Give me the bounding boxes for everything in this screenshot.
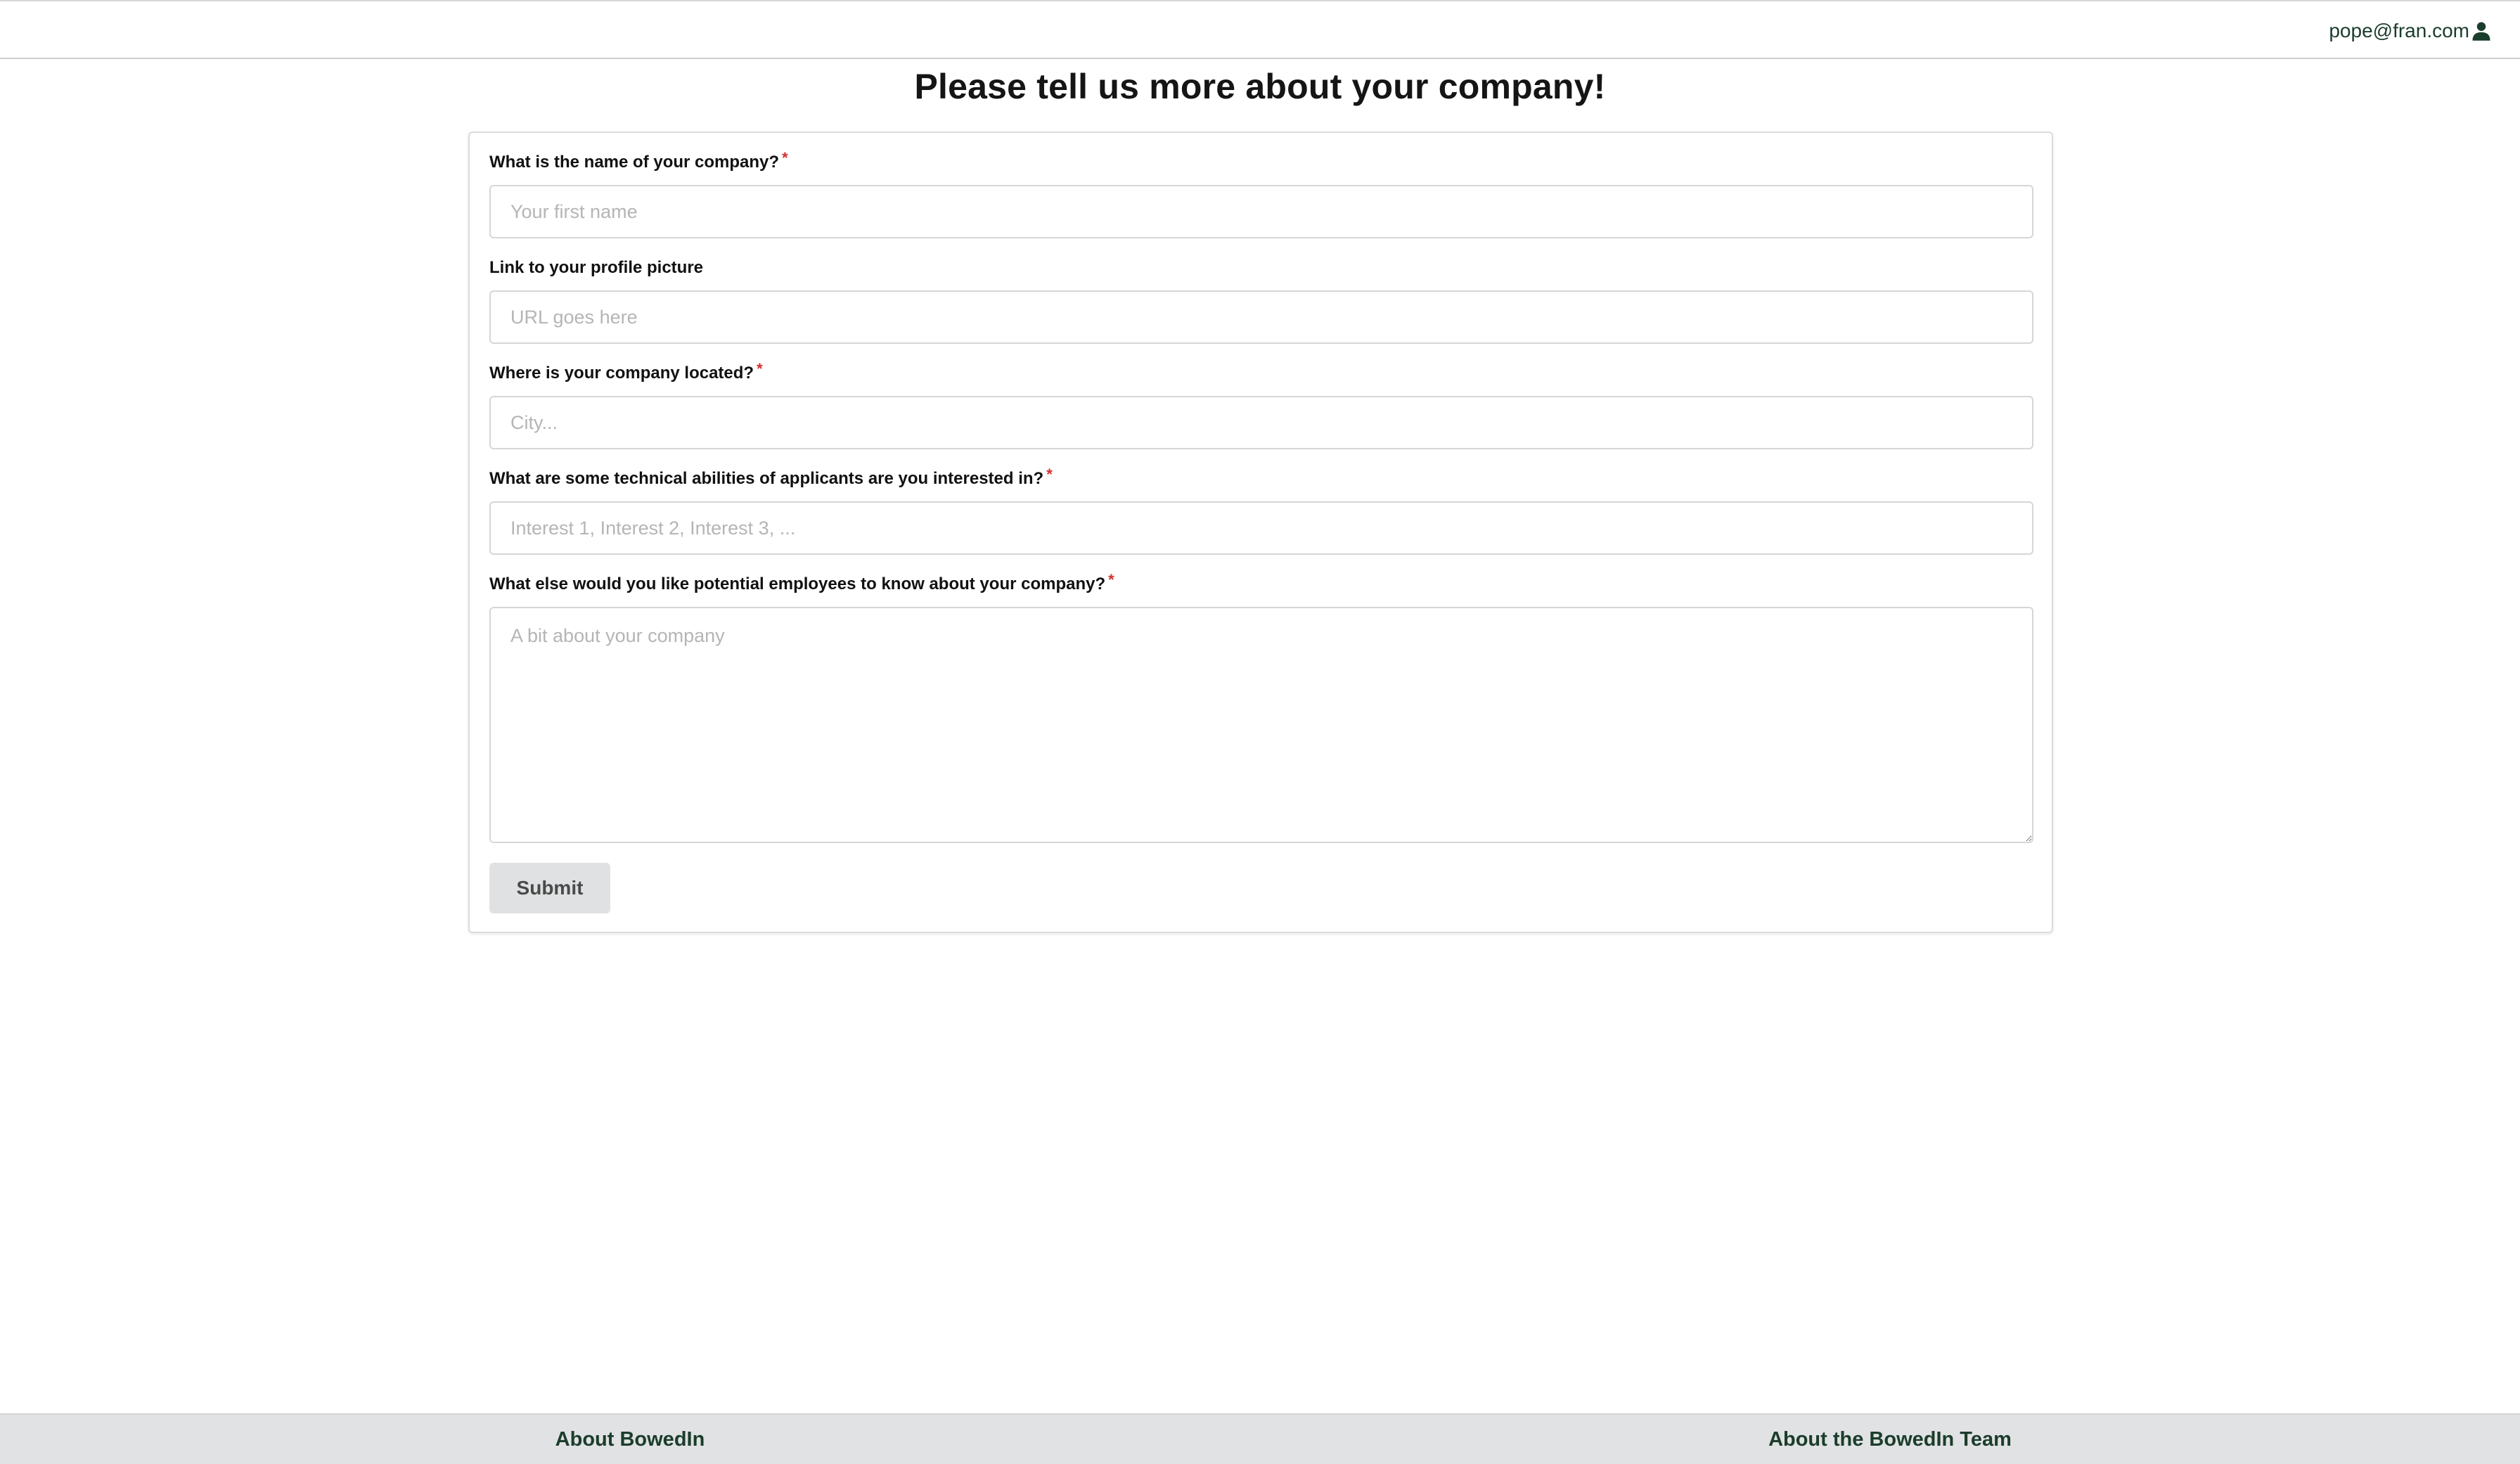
user-email: pope@fran.com [2329,20,2469,41]
about-field: What else would you like potential emplo… [489,571,2033,843]
location-field: Where is your company located? * [489,360,2033,449]
company-name-label: What is the name of your company? * [489,149,2033,174]
submit-button[interactable]: Submit [489,863,610,913]
about-label: What else would you like potential emplo… [489,571,2033,596]
location-input[interactable] [489,396,2033,449]
profile-picture-label: Link to your profile picture [489,257,2033,279]
company-profile-form: What is the name of your company?* Link … [468,131,2053,933]
profile-picture-field: Link to your profile picture [489,257,2033,344]
about-label-text: What else would you like potential emplo… [489,574,1106,593]
footer: About BowedIn About the BowedIn Team [0,1413,2520,1464]
location-label: Where is your company located? * [489,360,2033,385]
user-icon [2472,22,2490,41]
interests-label: What are some technical abilities of app… [489,465,2033,490]
about-textarea[interactable] [489,607,2033,843]
location-label-text: Where is your company located? [489,364,754,383]
top-navbar: pope@fran.com [0,0,2520,59]
company-name-input[interactable] [489,185,2033,238]
user-account-link[interactable]: pope@fran.com [2329,17,2492,45]
required-star: * [782,149,788,167]
interests-field: What are some technical abilities of app… [489,465,2033,555]
interests-input[interactable] [489,501,2033,555]
page-title: Please tell us more about your company! [914,67,1606,106]
required-star: * [757,360,763,378]
required-star: * [1108,571,1114,589]
about-team-link[interactable]: About the BowedIn Team [1260,1415,2520,1464]
profile-picture-label-text: Link to your profile picture [489,258,704,277]
about-bowedin-link[interactable]: About BowedIn [0,1415,1260,1464]
company-name-field: What is the name of your company? * [489,149,2033,238]
required-star: * [1046,465,1053,483]
interests-label-text: What are some technical abilities of app… [489,469,1044,488]
profile-picture-url-input[interactable] [489,290,2033,344]
company-name-label-text: What is the name of your company? [489,153,780,172]
